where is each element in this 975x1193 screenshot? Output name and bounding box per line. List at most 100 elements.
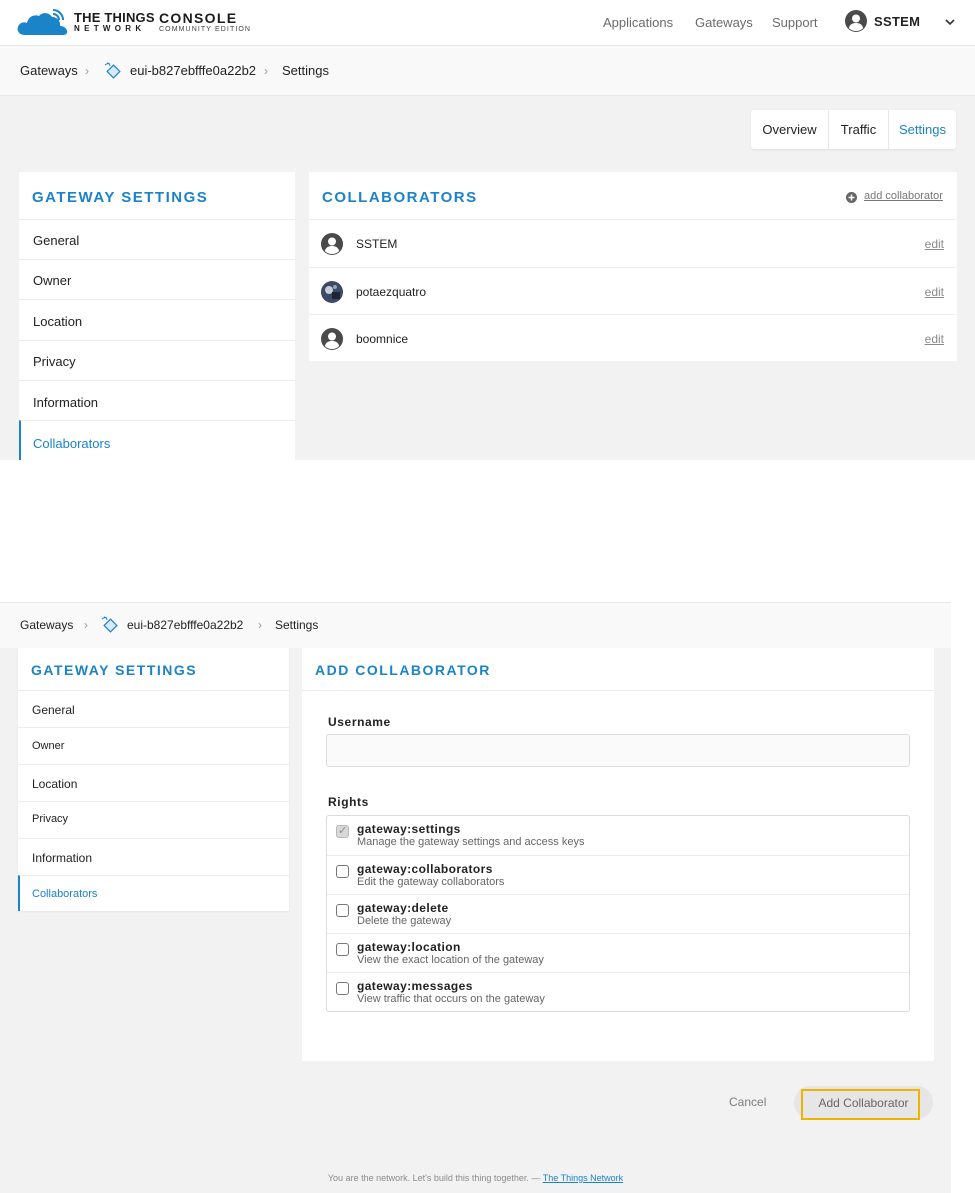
checkbox[interactable] bbox=[336, 824, 349, 838]
right-gateway-location[interactable]: gateway:location View the exact location… bbox=[327, 933, 909, 972]
menu-item-label: Owner bbox=[33, 273, 72, 288]
nav-gateways[interactable]: Gateways bbox=[695, 15, 753, 30]
menu-item-label: Privacy bbox=[33, 354, 76, 369]
menu-item-location[interactable]: Location bbox=[19, 299, 295, 340]
checkbox[interactable] bbox=[336, 943, 349, 956]
collaborator-row: SSTEM edit bbox=[309, 219, 956, 266]
right-gateway-delete[interactable]: gateway:delete Delete the gateway bbox=[327, 894, 909, 933]
collaborator-name: potaezquatro bbox=[356, 285, 427, 299]
right-name: gateway:location bbox=[357, 940, 461, 954]
nav-support[interactable]: Support bbox=[772, 15, 818, 30]
right-description: Delete the gateway bbox=[357, 915, 452, 927]
edit-collaborator-link[interactable]: edit bbox=[925, 237, 944, 251]
menu-item-collaborators[interactable]: Collaborators bbox=[19, 420, 295, 460]
add-collaborator-button[interactable]: Add Collaborator bbox=[794, 1086, 933, 1119]
breadcrumb-gateways[interactable]: Gateways bbox=[20, 63, 78, 78]
collaborator-name: SSTEM bbox=[356, 237, 398, 251]
menu-item-collaborators[interactable]: Collaborators bbox=[18, 875, 289, 911]
collaborators-title: COLLABORATORS bbox=[322, 189, 478, 206]
footer-link[interactable]: The Things Network bbox=[543, 1173, 623, 1183]
menu-item-label: Collaborators bbox=[33, 436, 111, 451]
menu-item-information[interactable]: Information bbox=[18, 838, 289, 875]
checkbox[interactable] bbox=[336, 865, 349, 878]
chevron-right-icon: › bbox=[258, 618, 262, 632]
divider bbox=[302, 690, 934, 691]
breadcrumb-gateway-id[interactable]: eui-b827ebfffe0a22b2 bbox=[130, 63, 256, 78]
menu-item-label: Location bbox=[33, 314, 83, 329]
gateway-tabs: Overview Traffic Settings bbox=[751, 110, 956, 149]
nav-applications[interactable]: Applications bbox=[603, 15, 673, 30]
tab-settings[interactable]: Settings bbox=[889, 110, 956, 149]
right-name: gateway:messages bbox=[357, 979, 473, 993]
rights-list: gateway:settings Manage the gateway sett… bbox=[326, 815, 910, 1012]
menu-item-label: General bbox=[33, 233, 80, 248]
breadcrumb-current: Settings bbox=[282, 63, 329, 78]
add-collaborator-link[interactable]: add collaborator bbox=[864, 190, 943, 202]
collaborator-name: boomnice bbox=[356, 332, 409, 346]
collaborators-panel: COLLABORATORS SSTEM edit potaezquatro ed… bbox=[309, 172, 957, 361]
footer-text: You are the network. Let's build this th… bbox=[327, 1173, 543, 1183]
breadcrumb-gateways[interactable]: Gateways bbox=[20, 618, 73, 632]
menu-item-general[interactable]: General bbox=[18, 690, 289, 727]
gateway-settings-menu: GATEWAY SETTINGS General Owner Location … bbox=[18, 648, 289, 911]
chevron-right-icon: › bbox=[84, 618, 88, 632]
menu-item-information[interactable]: Information bbox=[19, 380, 295, 420]
chevron-down-icon[interactable] bbox=[944, 17, 956, 27]
gateway-icon bbox=[101, 616, 118, 633]
ttn-cloud-logo-icon[interactable] bbox=[15, 9, 75, 37]
collaborator-row: boomnice edit bbox=[309, 314, 956, 361]
breadcrumb: Gateways › eui-b827ebfffe0a22b2 › Settin… bbox=[0, 46, 975, 96]
brand-line2: NETWORK bbox=[74, 24, 146, 33]
right-description: View traffic that occurs on the gateway bbox=[357, 993, 545, 1005]
menu-item-label: Location bbox=[32, 777, 78, 791]
breadcrumb-current: Settings bbox=[275, 618, 319, 632]
right-name: gateway:settings bbox=[357, 822, 461, 836]
person-icon bbox=[321, 233, 343, 255]
chevron-right-icon: › bbox=[85, 64, 89, 78]
plus-circle-icon[interactable] bbox=[846, 192, 857, 203]
right-name: gateway:collaborators bbox=[357, 862, 493, 876]
menu-item-label: General bbox=[32, 703, 75, 717]
menu-item-label: Owner bbox=[32, 740, 65, 752]
console-brand: CONSOLE COMMUNITY EDITION bbox=[159, 11, 251, 35]
menu-item-owner[interactable]: Owner bbox=[19, 259, 295, 299]
console-edition: COMMUNITY EDITION bbox=[159, 26, 252, 33]
gateway-icon bbox=[104, 62, 121, 79]
cancel-button[interactable]: Cancel bbox=[729, 1095, 766, 1109]
edit-collaborator-link[interactable]: edit bbox=[925, 285, 944, 299]
footer: You are the network. Let's build this th… bbox=[0, 1173, 951, 1183]
menu-item-location[interactable]: Location bbox=[18, 764, 289, 801]
user-avatar-icon[interactable] bbox=[845, 10, 867, 32]
username-label: Username bbox=[328, 715, 391, 729]
menu-item-label: Privacy bbox=[32, 813, 69, 825]
breadcrumb: Gateways › eui-b827ebfffe0a22b2 › Settin… bbox=[0, 602, 951, 648]
menu-item-privacy[interactable]: Privacy bbox=[18, 801, 289, 838]
username-input[interactable] bbox=[326, 734, 910, 767]
photo-avatar bbox=[321, 281, 343, 303]
checkbox[interactable] bbox=[336, 904, 349, 917]
person-icon bbox=[321, 328, 343, 350]
right-gateway-settings[interactable]: gateway:settings Manage the gateway sett… bbox=[327, 816, 909, 855]
right-description: Manage the gateway settings and access k… bbox=[357, 836, 585, 848]
user-name[interactable]: SSTEM bbox=[874, 14, 920, 29]
ttn-brand[interactable]: THE THINGS NETWORK bbox=[74, 11, 155, 34]
add-collaborator-title: ADD COLLABORATOR bbox=[315, 662, 491, 678]
top-header: THE THINGS NETWORK CONSOLE COMMUNITY EDI… bbox=[0, 0, 975, 46]
breadcrumb-gateway-id[interactable]: eui-b827ebfffe0a22b2 bbox=[127, 618, 243, 632]
right-description: Edit the gateway collaborators bbox=[357, 876, 505, 888]
menu-item-owner[interactable]: Owner bbox=[18, 727, 289, 764]
edit-collaborator-link[interactable]: edit bbox=[925, 332, 944, 346]
checkbox[interactable] bbox=[336, 982, 349, 995]
tab-traffic[interactable]: Traffic bbox=[829, 110, 888, 149]
menu-item-general[interactable]: General bbox=[19, 219, 295, 259]
chevron-right-icon: › bbox=[264, 64, 268, 78]
menu-item-privacy[interactable]: Privacy bbox=[19, 340, 295, 380]
tab-overview[interactable]: Overview bbox=[751, 110, 828, 149]
menu-item-label: Information bbox=[32, 851, 93, 865]
right-gateway-messages[interactable]: gateway:messages View traffic that occur… bbox=[327, 972, 909, 1011]
collaborator-row: potaezquatro edit bbox=[309, 267, 956, 314]
right-gateway-collaborators[interactable]: gateway:collaborators Edit the gateway c… bbox=[327, 855, 909, 894]
settings-menu-title: GATEWAY SETTINGS bbox=[31, 662, 198, 678]
menu-item-label: Information bbox=[33, 395, 99, 410]
menu-item-label: Collaborators bbox=[32, 888, 98, 900]
